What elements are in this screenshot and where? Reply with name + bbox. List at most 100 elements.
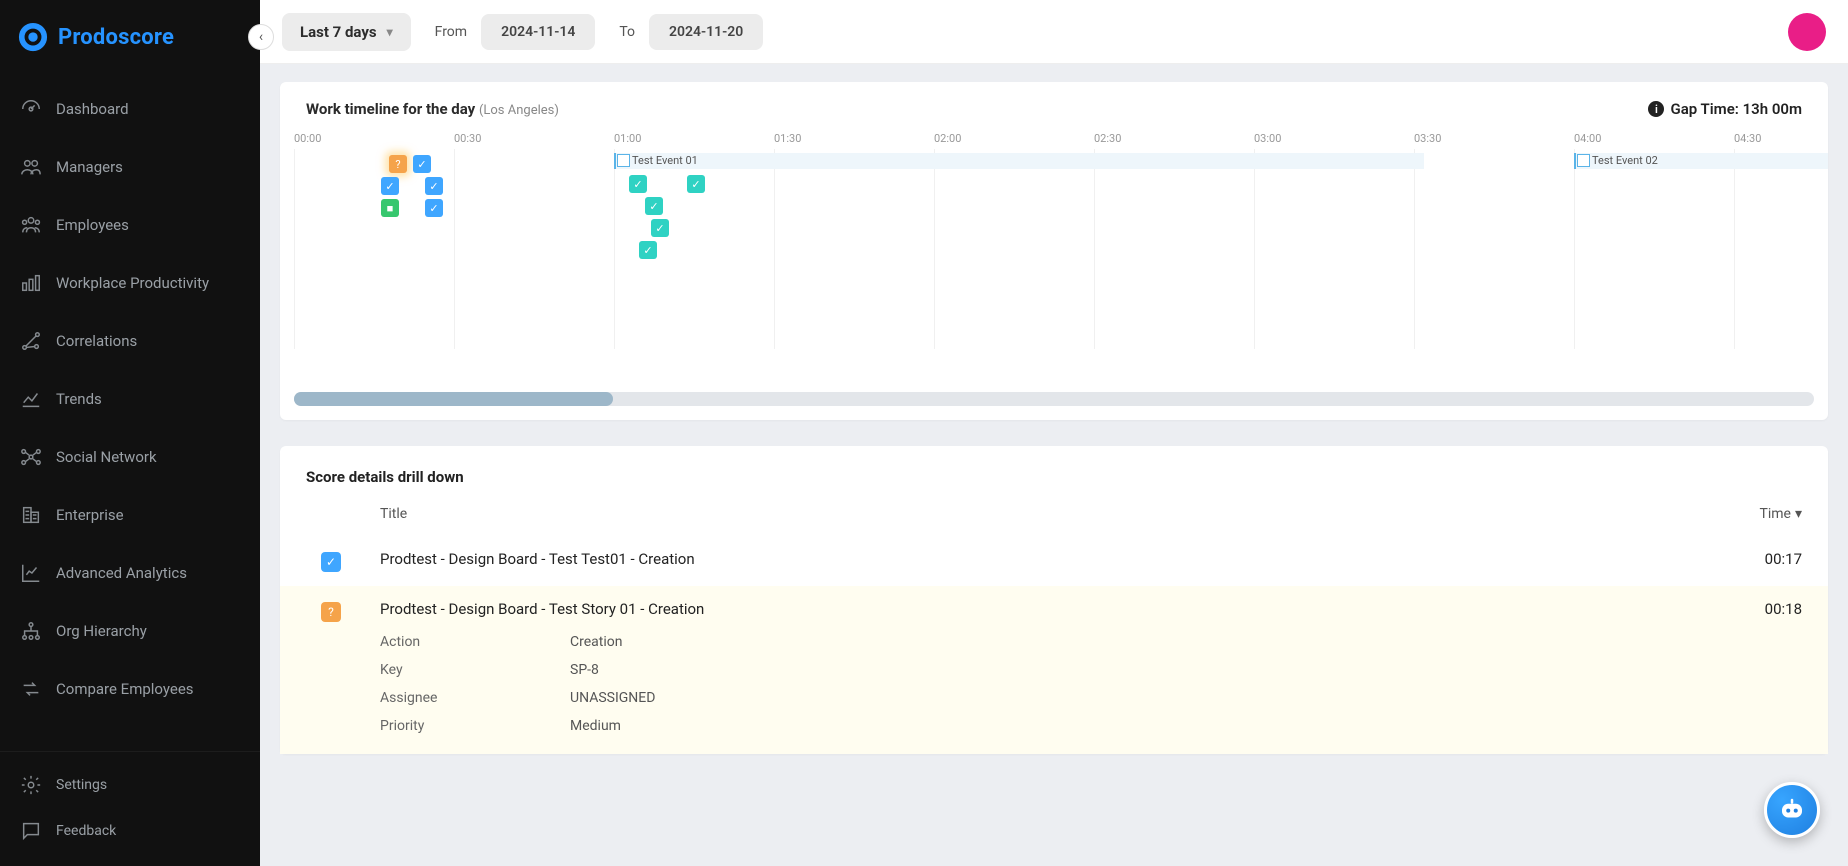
drill-row[interactable]: ✓ Prodtest - Design Board - Test Test01 … [280,536,1828,586]
timeline-body[interactable]: 00:00 00:30 01:00 01:30 02:00 02:30 03:0… [280,126,1828,386]
calendar-event-icon [617,154,630,167]
sidebar-item-label: Social Network [56,448,157,466]
activity-chip-icon[interactable]: ✓ [639,241,657,259]
sidebar-item-label: Feedback [56,823,116,839]
sidebar-item-employees[interactable]: Employees [0,196,260,254]
detail-value: Creation [570,634,622,650]
detail-label: Assignee [380,690,570,706]
user-avatar[interactable] [1788,13,1826,51]
gauge-icon [20,98,42,120]
gap-time-value: Gap Time: 13h 00m [1670,100,1802,118]
sidebar-item-org-hierarchy[interactable]: Org Hierarchy [0,602,260,660]
hierarchy-icon [20,620,42,642]
drill-row[interactable]: ? Prodtest - Design Board - Test Story 0… [280,586,1828,754]
sidebar-item-managers[interactable]: Managers [0,138,260,196]
task-type-icon: ✓ [321,552,341,572]
task-chip-icon[interactable]: ✓ [425,177,443,195]
timeline-title-text: Work timeline for the day [306,100,475,118]
timeline-hour-labels: 00:00 00:30 01:00 01:30 02:00 02:30 03:0… [294,126,1814,149]
drill-row-time: 00:18 [1722,600,1802,618]
main: Last 7 days ▾ From 2024-11-14 To 2024-11… [260,0,1848,866]
detail-value: SP-8 [570,662,599,678]
sidebar-item-settings[interactable]: Settings [0,762,260,808]
sidebar-item-compare-employees[interactable]: Compare Employees [0,660,260,718]
story-chip-icon[interactable]: ? [389,155,407,173]
brand-name: Prodoscore [58,25,174,50]
task-chip-icon[interactable]: ✓ [425,199,443,217]
sidebar-item-label: Enterprise [56,506,124,524]
drill-row-title: Prodtest - Design Board - Test Story 01 … [380,600,1698,618]
from-date-input[interactable]: 2024-11-14 [481,14,595,50]
activity-chip-icon[interactable]: ✓ [651,219,669,237]
trends-icon [20,388,42,410]
timeline-event-label: Test Event 02 [1592,154,1658,167]
brand-logo-icon [18,22,48,52]
subtask-chip-icon[interactable]: ■ [381,199,399,217]
sidebar-item-enterprise[interactable]: Enterprise [0,486,260,544]
drill-row-title: Prodtest - Design Board - Test Test01 - … [380,550,1698,568]
activity-chip-icon[interactable]: ✓ [687,175,705,193]
sidebar-item-label: Employees [56,216,129,234]
primary-nav: Dashboard Managers Employees Workplace P… [0,74,260,751]
topbar: Last 7 days ▾ From 2024-11-14 To 2024-11… [260,0,1848,64]
activity-chip-icon[interactable]: ✓ [629,175,647,193]
hour-label: 02:30 [1094,132,1254,145]
info-icon[interactable]: i [1648,101,1664,117]
activity-chip-icon[interactable]: ✓ [645,197,663,215]
date-range-selector[interactable]: Last 7 days ▾ [282,13,411,51]
col-time-sort[interactable]: Time ▾ [1760,506,1803,522]
detail-value: Medium [570,718,621,734]
drill-down-heading: Score details drill down [280,446,1828,496]
from-label: From [435,24,467,40]
sidebar-item-label: Settings [56,777,107,793]
hour-label: 02:00 [934,132,1094,145]
chatbot-fab[interactable] [1764,782,1820,838]
sidebar-item-correlations[interactable]: Correlations [0,312,260,370]
sidebar-item-advanced-analytics[interactable]: Advanced Analytics [0,544,260,602]
hour-label: 04:00 [1574,132,1734,145]
drill-row-time: 00:17 [1722,550,1802,568]
task-chip-icon[interactable]: ✓ [413,155,431,173]
hour-label: 00:00 [294,132,454,145]
analytics-icon [20,562,42,584]
col-title: Title [380,506,407,522]
date-range-label: Last 7 days [300,23,377,41]
timeline-horizontal-scrollbar[interactable] [294,392,1814,406]
enterprise-icon [20,504,42,526]
compare-icon [20,678,42,700]
sidebar-item-dashboard[interactable]: Dashboard [0,80,260,138]
sidebar-collapse-button[interactable]: ‹ [248,24,274,50]
drill-row-details: ActionCreation KeySP-8 AssigneeUNASSIGNE… [380,628,1698,740]
timeline-event[interactable]: Test Event 01 [614,153,1424,169]
network-icon [20,446,42,468]
gap-time: i Gap Time: 13h 00m [1648,100,1802,118]
activity-chip-row: ✓ [651,219,669,237]
sidebar-item-workplace-productivity[interactable]: Workplace Productivity [0,254,260,312]
to-date-input[interactable]: 2024-11-20 [649,14,763,50]
employees-icon [20,214,42,236]
managers-icon [20,156,42,178]
scrollbar-thumb[interactable] [294,392,613,406]
timeline-event[interactable]: Test Event 02 [1574,153,1828,169]
sidebar-item-label: Compare Employees [56,680,194,698]
chevron-down-icon: ▾ [387,25,393,39]
gear-icon [20,774,42,796]
activity-chip-row: ✓ ✓ [381,177,443,195]
sidebar-item-label: Managers [56,158,123,176]
task-chip-icon[interactable]: ✓ [381,177,399,195]
detail-label: Key [380,662,570,678]
sidebar-item-label: Org Hierarchy [56,622,147,640]
hour-label: 03:00 [1254,132,1414,145]
brand[interactable]: Prodoscore [0,0,260,74]
activity-chip-row: ■ ✓ [381,199,443,217]
hour-label: 00:30 [454,132,614,145]
sidebar-item-trends[interactable]: Trends [0,370,260,428]
hour-label: 01:00 [614,132,774,145]
detail-label: Action [380,634,570,650]
sidebar-item-social-network[interactable]: Social Network [0,428,260,486]
work-timeline-card: Work timeline for the day (Los Angeles) … [280,82,1828,420]
sidebar-item-label: Dashboard [56,100,129,118]
productivity-icon [20,272,42,294]
drill-down-columns: Title Time ▾ [280,496,1828,536]
sidebar-item-feedback[interactable]: Feedback [0,808,260,854]
